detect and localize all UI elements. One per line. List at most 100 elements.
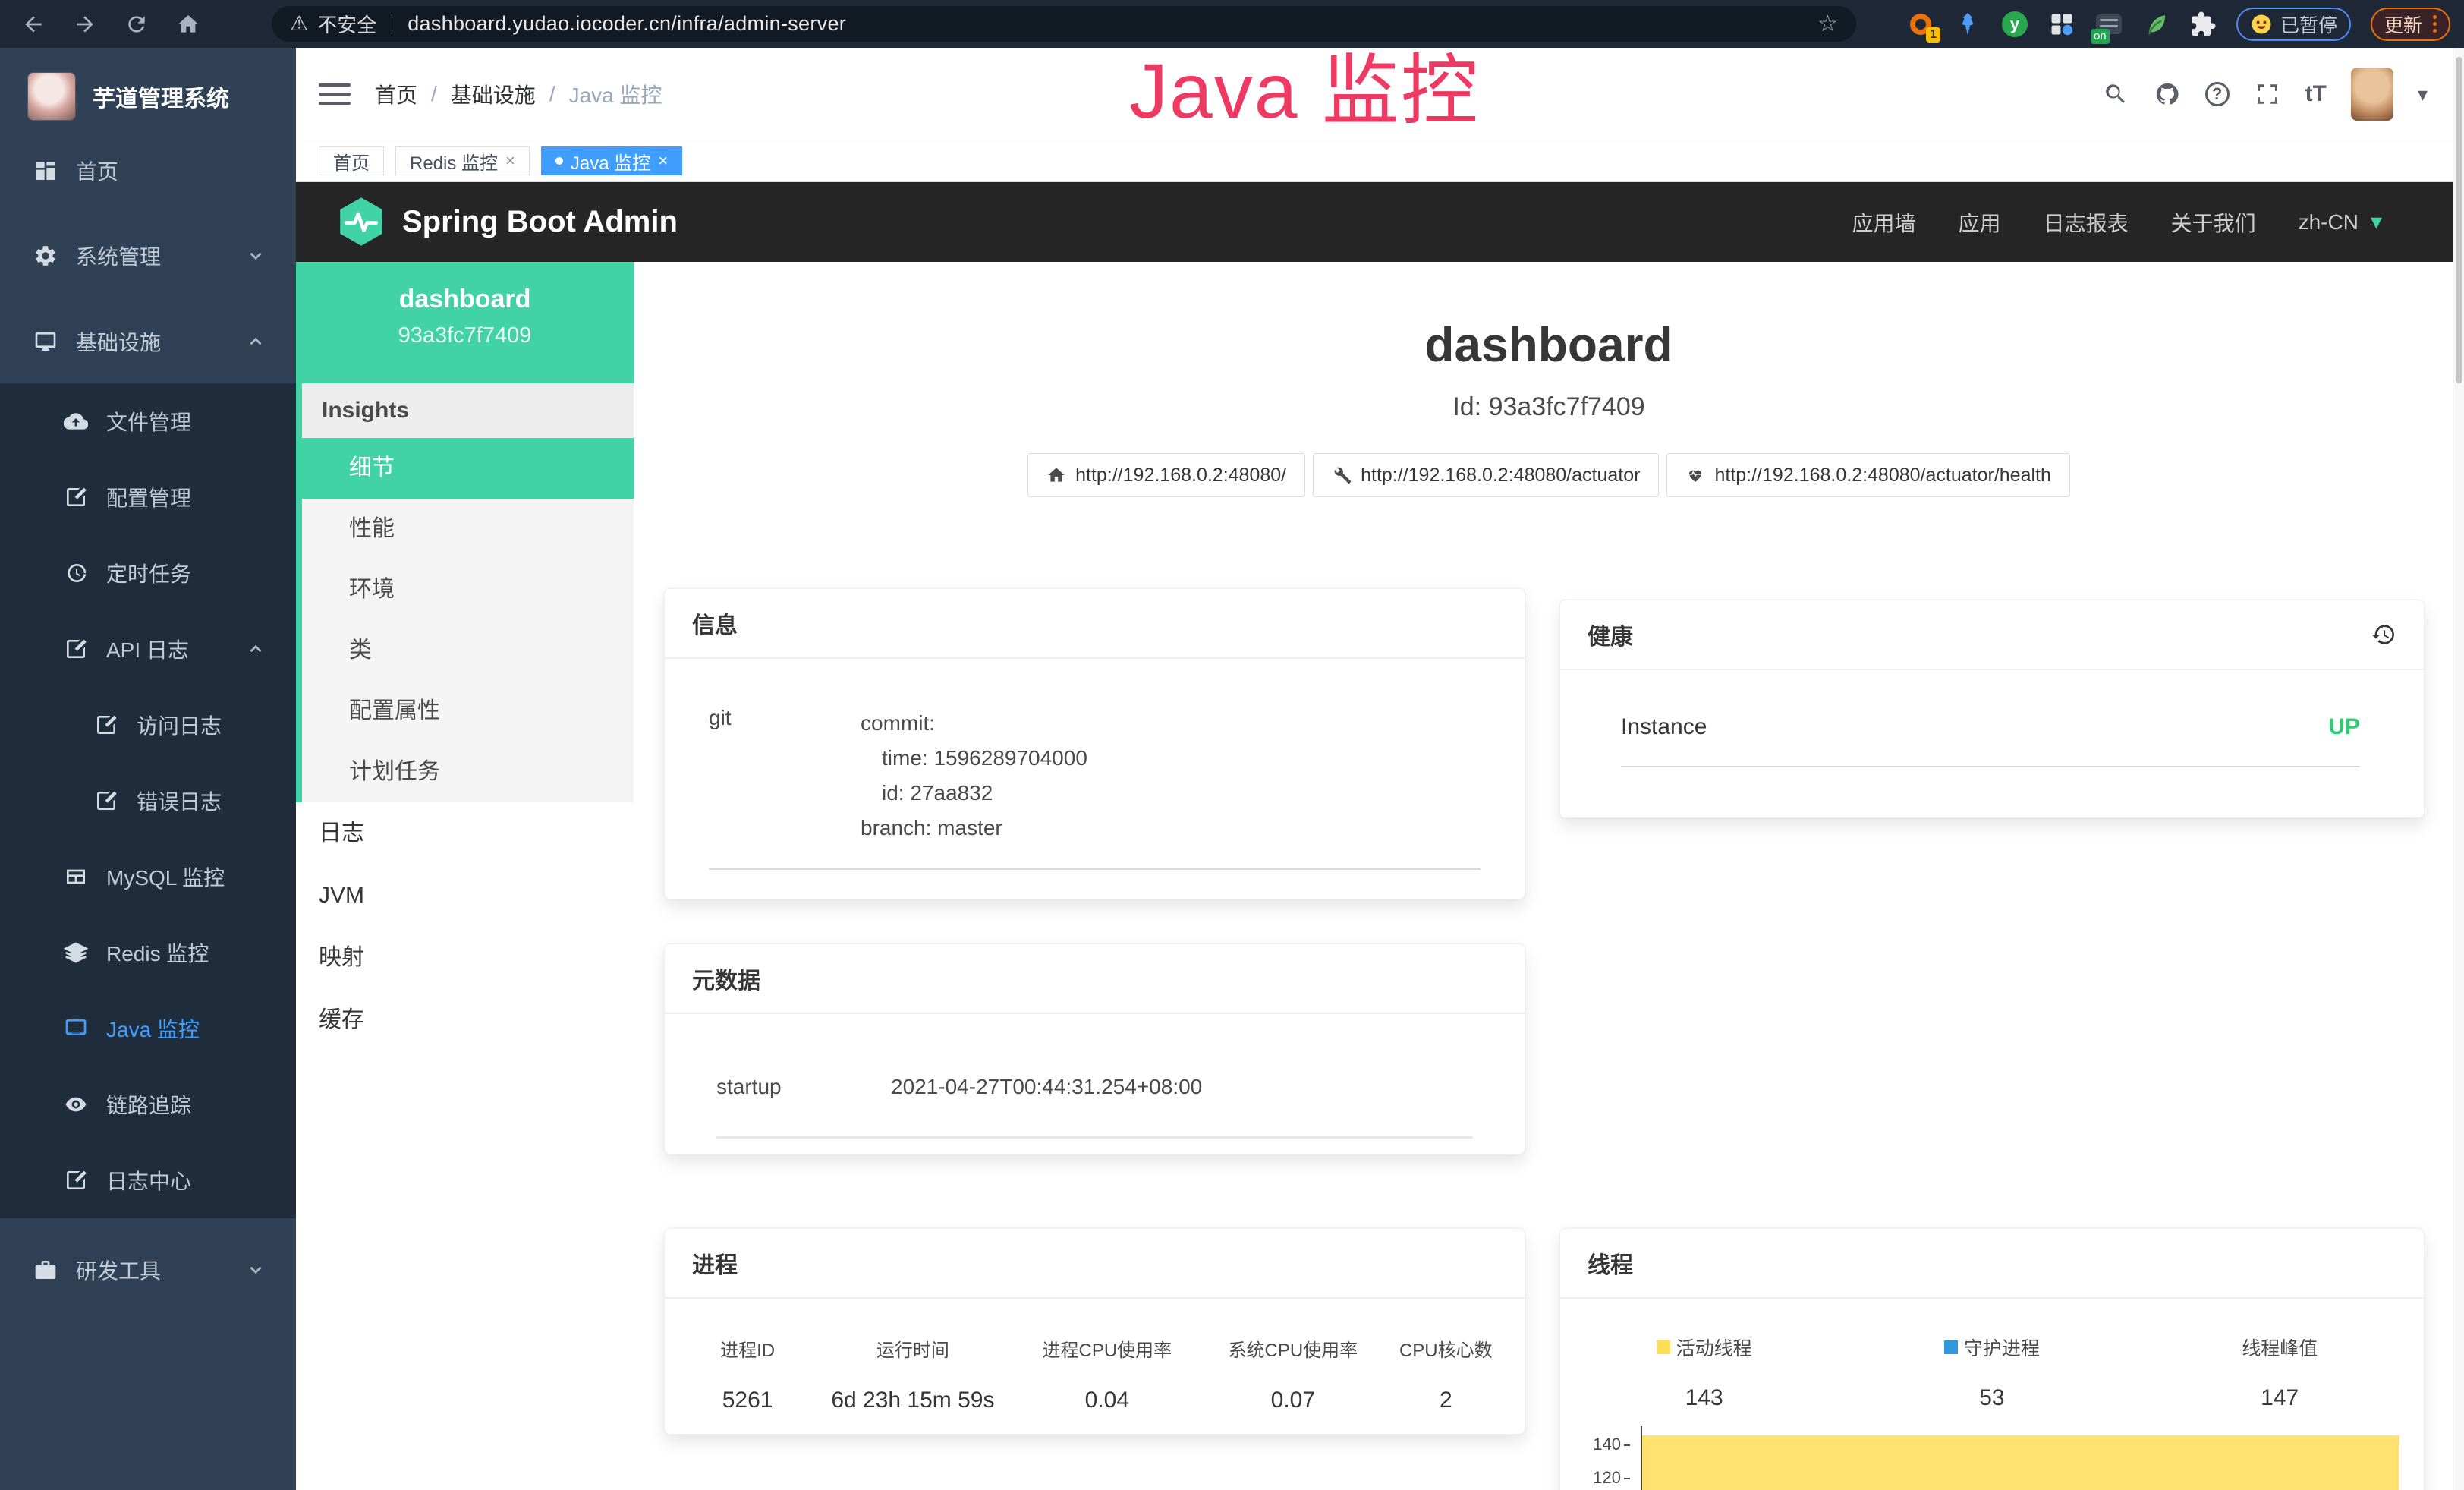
font-size-icon[interactable]: tT	[2305, 81, 2327, 107]
sba-sidebar-item-mappings[interactable]: 映射	[296, 927, 634, 989]
sba-sidebar-item-logs[interactable]: 日志	[296, 802, 634, 865]
breadcrumb-infrastructure[interactable]: 基础设施	[451, 79, 536, 109]
sidebar-item-infrastructure[interactable]: 基础设施	[0, 304, 296, 380]
instance-header[interactable]: dashboard 93a3fc7f7409	[296, 262, 634, 383]
browser-extensions: 1 y on 已暂停 更新	[1907, 0, 2450, 48]
insights-section-label[interactable]: Insights	[302, 383, 634, 438]
sba-sidebar-item-metrics[interactable]: 性能	[302, 499, 634, 559]
sba-nav-about[interactable]: 关于我们	[2171, 207, 2256, 238]
briefcase-icon	[33, 1258, 58, 1282]
tab-home[interactable]: 首页	[319, 146, 384, 175]
page-instance-id: Id: 93a3fc7f7409	[634, 392, 2464, 422]
locale-caret-icon[interactable]: ▾	[2371, 209, 2382, 235]
hamburger-icon[interactable]	[319, 78, 351, 110]
app-logo-image	[27, 72, 76, 121]
help-icon[interactable]: ?	[2205, 82, 2230, 106]
sidebar-item-home[interactable]: 首页	[0, 133, 296, 209]
browser-menu-kebab-icon[interactable]	[2433, 15, 2437, 33]
extension-orange-icon[interactable]: 1	[1907, 11, 1934, 38]
sba-sidebar-item-jvm[interactable]: JVM	[296, 865, 634, 927]
sidebar-item-error-log[interactable]: 错误日志	[0, 763, 296, 839]
sba-sidebar-item-classes[interactable]: 类	[302, 620, 634, 681]
sidebar-item-scheduled-jobs[interactable]: 定时任务	[0, 535, 296, 611]
sba-nav-wall[interactable]: 应用墙	[1852, 207, 1916, 238]
app-logo-row[interactable]: 芋道管理系统	[0, 61, 296, 131]
user-avatar[interactable]	[2351, 68, 2393, 121]
extension-y-icon[interactable]: y	[2001, 11, 2028, 38]
process-value-system-cpu: 0.07	[1202, 1388, 1384, 1413]
sidebar-item-access-log[interactable]: 访问日志	[0, 687, 296, 763]
sba-sidebar-item-environment[interactable]: 环境	[302, 559, 634, 620]
sba-sidebar-item-caches[interactable]: 缓存	[296, 989, 634, 1051]
sidebar-item-api-log[interactable]: API 日志	[0, 611, 296, 687]
search-icon[interactable]	[2102, 80, 2129, 108]
history-icon[interactable]	[2371, 622, 2396, 647]
sba-brand-title[interactable]: Spring Boot Admin	[402, 182, 678, 262]
fullscreen-icon[interactable]	[2254, 80, 2281, 108]
actuator-url-button[interactable]: http://192.168.0.2:48080/actuator	[1313, 453, 1659, 497]
sidebar-item-label: 链路追踪	[106, 1089, 191, 1120]
sba-sidebar-item-details[interactable]: 细节	[302, 438, 634, 499]
cloud-upload-icon	[64, 409, 88, 433]
info-card: 信息 git commit: time: 1596289704000 id: 2…	[664, 588, 1525, 899]
profile-paused-badge[interactable]: 已暂停	[2236, 8, 2351, 41]
chart-plot-area	[1641, 1426, 2399, 1490]
divider	[709, 868, 1481, 870]
browser-home-icon[interactable]	[173, 9, 203, 39]
extension-on-icon[interactable]: on	[2095, 11, 2123, 38]
sidebar-item-trace[interactable]: 链路追踪	[0, 1066, 296, 1142]
dashboard-icon	[33, 159, 58, 183]
sidebar-item-label: 访问日志	[137, 710, 222, 740]
sba-nav-locale[interactable]: zh-CN	[2299, 210, 2359, 235]
user-menu-caret-icon[interactable]: ▾	[2418, 83, 2428, 106]
sidebar-item-label: 错误日志	[137, 786, 222, 816]
sidebar-item-label: API 日志	[106, 634, 189, 664]
close-icon[interactable]: ×	[658, 151, 668, 171]
chevron-down-icon	[246, 246, 266, 266]
github-icon[interactable]	[2154, 80, 2181, 108]
tab-label: 首页	[333, 148, 370, 175]
info-card-title: 信息	[665, 589, 1525, 659]
browser-back-icon[interactable]	[18, 9, 49, 39]
legend-label-peak: 线程峰值	[2242, 1334, 2318, 1361]
sidebar-item-system[interactable]: 系统管理	[0, 218, 296, 294]
sba-sidebar-item-scheduled-tasks[interactable]: 计划任务	[302, 742, 634, 802]
health-url-button[interactable]: http://192.168.0.2:48080/actuator/health	[1666, 453, 2069, 497]
sba-nav-journal[interactable]: 日志报表	[2044, 207, 2129, 238]
sidebar-item-log-center[interactable]: 日志中心	[0, 1142, 296, 1218]
sidebar-item-dev-tools[interactable]: 研发工具	[0, 1232, 296, 1308]
edit-square-icon	[64, 1168, 88, 1192]
sba-nav-applications[interactable]: 应用	[1959, 207, 2001, 238]
eye-icon	[64, 1092, 88, 1117]
security-label[interactable]: 不安全	[317, 10, 376, 38]
extension-leaf-icon[interactable]	[2142, 11, 2170, 38]
extension-pin-icon[interactable]	[1954, 11, 1981, 38]
bookmark-star-icon[interactable]: ☆	[1817, 11, 1838, 37]
browser-forward-icon[interactable]	[70, 9, 100, 39]
scrollbar-thumb[interactable]	[2456, 57, 2462, 383]
app-title: 芋道管理系统	[93, 80, 229, 113]
extension-grid-icon[interactable]	[2048, 11, 2075, 38]
sidebar-item-mysql-monitor[interactable]: MySQL 监控	[0, 839, 296, 915]
spring-boot-admin-logo-icon[interactable]	[335, 196, 387, 247]
sidebar-item-file-manage[interactable]: 文件管理	[0, 383, 296, 459]
browser-update-button[interactable]: 更新	[2371, 8, 2450, 41]
tab-java-monitor[interactable]: Java 监控 ×	[541, 146, 682, 175]
home-icon	[1046, 465, 1066, 485]
table-icon	[64, 865, 88, 889]
close-icon[interactable]: ×	[505, 151, 515, 171]
divider	[716, 1136, 1473, 1139]
git-branch-line: branch: master	[861, 811, 1087, 846]
tab-redis-monitor[interactable]: Redis 监控 ×	[395, 146, 530, 175]
url-text[interactable]: dashboard.yudao.iocoder.cn/infra/admin-s…	[408, 12, 846, 36]
sidebar-item-java-monitor[interactable]: Java 监控	[0, 991, 296, 1066]
browser-reload-icon[interactable]	[121, 9, 152, 39]
sidebar-item-redis-monitor[interactable]: Redis 监控	[0, 915, 296, 991]
sba-sidebar-item-config-props[interactable]: 配置属性	[302, 681, 634, 742]
address-bar[interactable]: ⚠ 不安全 dashboard.yudao.iocoder.cn/infra/a…	[272, 6, 1856, 42]
sidebar-item-config-manage[interactable]: 配置管理	[0, 459, 296, 535]
sidebar-item-label: 研发工具	[76, 1255, 161, 1285]
extensions-puzzle-icon[interactable]	[2189, 11, 2217, 38]
service-url-button[interactable]: http://192.168.0.2:48080/	[1027, 453, 1305, 497]
breadcrumb-home[interactable]: 首页	[375, 79, 417, 109]
